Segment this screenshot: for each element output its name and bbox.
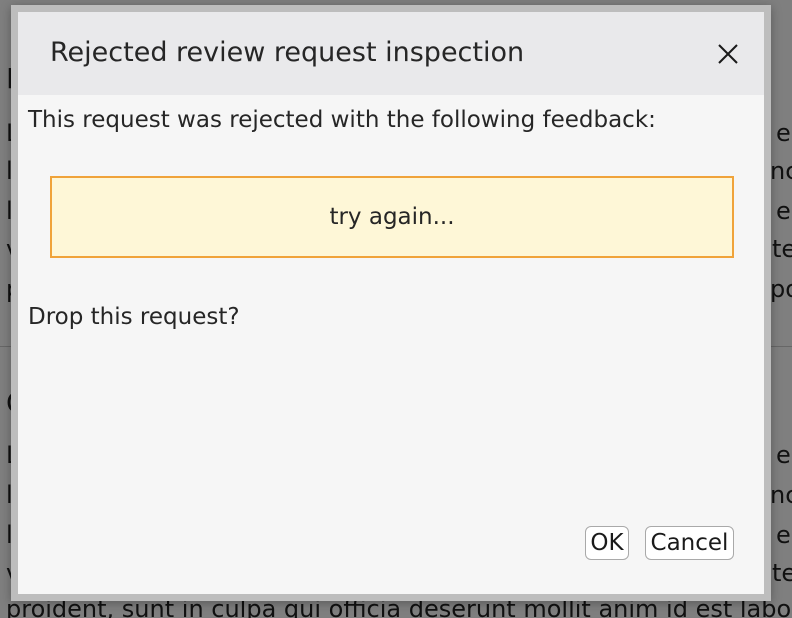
dialog-title: Rejected review request inspection (50, 37, 525, 68)
dialog-header: Rejected review request inspection (18, 12, 764, 95)
close-button[interactable] (714, 40, 742, 68)
rejected-review-dialog: Rejected review request inspection This … (11, 5, 771, 601)
close-icon (718, 44, 738, 64)
feedback-text: try again... (329, 204, 455, 230)
drop-request-question: Drop this request? (28, 304, 240, 330)
rejection-message: This request was rejected with the follo… (28, 107, 656, 133)
feedback-box: try again... (50, 176, 734, 258)
ok-button[interactable]: OK (585, 526, 629, 560)
cancel-button[interactable]: Cancel (645, 526, 734, 560)
